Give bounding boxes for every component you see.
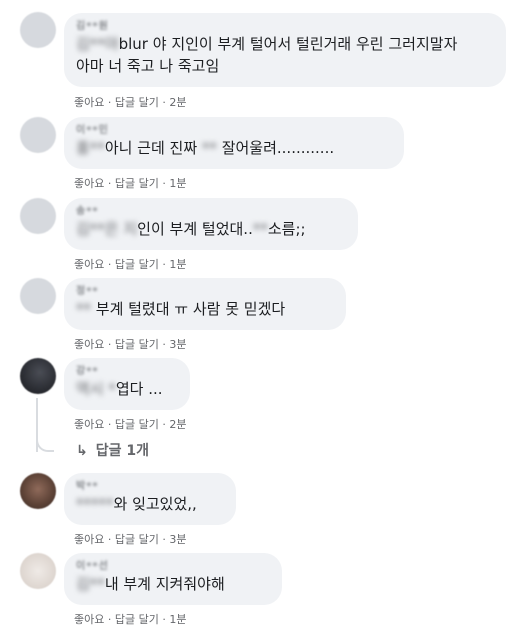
comment-actions: 좋아요 · 답글 달기 · 2분 xyxy=(74,94,187,110)
commenter-avatar[interactable] xyxy=(20,358,56,394)
comment-actions: 좋아요 · 답글 달기 · 2분 xyxy=(74,416,187,432)
commenter-name[interactable]: 이**민 xyxy=(76,125,392,137)
commenter-name[interactable]: 김**원 xyxy=(76,21,494,33)
comment-actions: 좋아요 · 답글 달기 · 3분 xyxy=(74,531,187,547)
like-button[interactable]: 좋아요 xyxy=(74,531,104,547)
like-button[interactable]: 좋아요 xyxy=(74,611,104,627)
reply-button[interactable]: 답글 달기 xyxy=(115,94,159,110)
comment-bubble: 강** 역시 *엽다 ... xyxy=(64,358,190,410)
comment-bubble: 박** *****와 잊고있었,, xyxy=(64,473,236,525)
comment-text: 역시 *엽다 ... xyxy=(76,380,163,398)
view-replies-link[interactable]: ↳ 답글 1개 xyxy=(76,440,149,460)
commenter-name[interactable]: 강** xyxy=(76,366,178,378)
reply-button[interactable]: 답글 달기 xyxy=(115,416,159,432)
reply-thread-curve xyxy=(36,430,54,452)
commenter-name[interactable]: 이**선 xyxy=(76,561,270,573)
like-button[interactable]: 좋아요 xyxy=(74,416,104,432)
view-replies-label: 답글 1개 xyxy=(95,443,149,459)
reply-button[interactable]: 답글 달기 xyxy=(115,531,159,547)
comment-text: 홍**아니 근데 진짜 ** 잘어울려............ xyxy=(76,139,335,157)
comment-actions: 좋아요 · 답글 달기 · 1분 xyxy=(74,175,187,191)
comment-bubble: 김**원 김**야blur 야 지인이 부계 털어서 털린거래 우린 그러지말자… xyxy=(64,13,506,87)
comment-actions: 좋아요 · 답글 달기 · 1분 xyxy=(74,611,187,627)
reply-button[interactable]: 답글 달기 xyxy=(115,175,159,191)
comment-timestamp[interactable]: 1분 xyxy=(169,256,186,272)
comment-bubble: 이**선 김**내 부계 지켜줘야해 xyxy=(64,553,282,605)
comment-actions: 좋아요 · 답글 달기 · 3분 xyxy=(74,336,187,352)
commenter-name[interactable]: 송** xyxy=(76,206,346,218)
comment-bubble: 이**민 홍**아니 근데 진짜 ** 잘어울려............ xyxy=(64,117,404,169)
like-button[interactable]: 좋아요 xyxy=(74,175,104,191)
commenter-avatar[interactable] xyxy=(20,117,56,153)
reply-arrow-icon: ↳ xyxy=(76,443,88,459)
commenter-avatar[interactable] xyxy=(20,553,56,589)
commenter-avatar[interactable] xyxy=(20,12,56,48)
commenter-avatar[interactable] xyxy=(20,198,56,234)
comment-text: *****와 잊고있었,, xyxy=(76,495,197,513)
commenter-name[interactable]: 정** xyxy=(76,286,334,298)
comment-text: 김**내 부계 지켜줘야해 xyxy=(76,575,225,593)
comment-timestamp[interactable]: 1분 xyxy=(169,175,186,191)
comment-text: 김**야blur 야 지인이 부계 털어서 털린거래 우린 그러지말자 아마 너… xyxy=(76,35,458,75)
reply-button[interactable]: 답글 달기 xyxy=(115,611,159,627)
commenter-name[interactable]: 박** xyxy=(76,481,224,493)
commenter-avatar[interactable] xyxy=(20,473,56,509)
comment-timestamp[interactable]: 1분 xyxy=(169,611,186,627)
like-button[interactable]: 좋아요 xyxy=(74,94,104,110)
comment-bubble: 정** ** 부계 털렸대 ㅠ 사람 못 믿겠다 xyxy=(64,278,346,330)
comment-timestamp[interactable]: 3분 xyxy=(169,531,186,547)
comment-actions: 좋아요 · 답글 달기 · 1분 xyxy=(74,256,187,272)
comment-bubble: 송** 김**은 지인이 부계 털었대..**소름;; xyxy=(64,198,358,250)
comment-timestamp[interactable]: 3분 xyxy=(169,336,186,352)
like-button[interactable]: 좋아요 xyxy=(74,336,104,352)
comment-text: ** 부계 털렸대 ㅠ 사람 못 믿겠다 xyxy=(76,300,286,318)
commenter-avatar[interactable] xyxy=(20,278,56,314)
comment-text: 김**은 지인이 부계 털었대..**소름;; xyxy=(76,220,306,238)
reply-button[interactable]: 답글 달기 xyxy=(115,336,159,352)
like-button[interactable]: 좋아요 xyxy=(74,256,104,272)
comment-timestamp[interactable]: 2분 xyxy=(169,94,186,110)
comment-timestamp[interactable]: 2분 xyxy=(169,416,186,432)
reply-button[interactable]: 답글 달기 xyxy=(115,256,159,272)
